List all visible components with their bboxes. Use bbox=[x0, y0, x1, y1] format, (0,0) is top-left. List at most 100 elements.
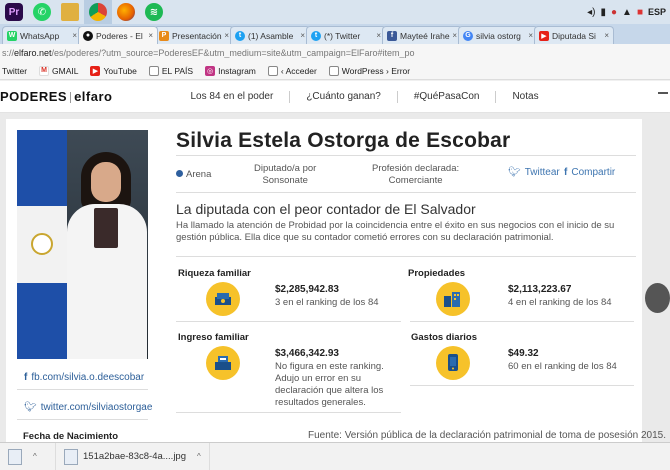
folder-icon bbox=[61, 3, 79, 21]
article-lead: Ha llamado la atención de Probidad por l… bbox=[176, 220, 615, 243]
close-icon[interactable]: × bbox=[452, 31, 457, 40]
party-dot-icon bbox=[176, 170, 183, 177]
stat-ingreso: Ingreso familiar $3,466,342.93 No figura… bbox=[178, 332, 384, 408]
tab-asamblea[interactable]: t (1) Asamble × bbox=[230, 26, 310, 44]
search-icon[interactable] bbox=[658, 91, 668, 102]
close-icon[interactable]: × bbox=[72, 31, 77, 40]
district-info: Diputado/a por Sonsonate bbox=[254, 163, 317, 186]
profession-info: Profesión declarada: Comerciante bbox=[372, 163, 460, 186]
taskbar-app-files[interactable] bbox=[56, 0, 84, 24]
money-stack-icon bbox=[206, 282, 240, 316]
gmail-icon: M bbox=[39, 65, 50, 76]
chevron-down-icon[interactable]: ^ bbox=[33, 452, 37, 461]
close-icon[interactable]: × bbox=[224, 31, 229, 40]
tab-whatsapp[interactable]: W WhatsApp × bbox=[2, 26, 82, 44]
twitter-favicon: t bbox=[311, 30, 321, 41]
bookmark-youtube[interactable]: ▶ YouTube bbox=[90, 65, 137, 76]
party-info: Arena bbox=[176, 169, 211, 181]
chevron-down-icon[interactable]: ^ bbox=[197, 452, 201, 461]
system-tray: ◂) ▮ ● ▲ ■ ESP bbox=[587, 7, 670, 18]
address-bar[interactable]: s://elfaro.net/es/poderes/?utm_source=Po… bbox=[0, 44, 670, 62]
bookmark-acceder[interactable]: ‹ Acceder bbox=[267, 65, 317, 76]
facebook-share-button[interactable]: f Compartir bbox=[564, 167, 615, 178]
volume-icon[interactable]: ◂) bbox=[587, 7, 595, 18]
profile-photo bbox=[17, 130, 148, 359]
facebook-favicon: f bbox=[387, 30, 397, 41]
bookmark-wordpress[interactable]: WordPress › Error bbox=[328, 65, 410, 76]
buildings-icon bbox=[436, 282, 470, 316]
bookmark-gmail[interactable]: M GMAIL bbox=[39, 65, 78, 76]
chrome-tray-icon[interactable]: ● bbox=[611, 7, 617, 18]
avatar[interactable] bbox=[645, 283, 670, 313]
nav-los-84[interactable]: Los 84 en el poder bbox=[174, 90, 291, 103]
download-item[interactable]: 151a2bae-83c8-4a....jpg ^ bbox=[56, 442, 210, 470]
windows-taskbar: Pr ✆ ≋ ◂) ▮ ● ▲ ■ ESP bbox=[0, 0, 670, 24]
tray-icon-red[interactable]: ■ bbox=[637, 7, 643, 18]
taskbar-app-chrome[interactable] bbox=[84, 0, 112, 24]
twitter-icon: 🐦︎ bbox=[24, 402, 37, 413]
twitter-link[interactable]: 🐦︎ twitter.com/silviaostorgae bbox=[24, 402, 152, 413]
stat-riqueza: Riqueza familiar $2,285,942.83 3 en el r… bbox=[178, 268, 398, 328]
facebook-icon: f bbox=[24, 372, 28, 383]
browser-tabstrip: W WhatsApp × ● Poderes - El × P Presentación ×… bbox=[0, 24, 670, 44]
spotify-icon: ≋ bbox=[145, 3, 163, 21]
phone-cart-icon bbox=[436, 346, 470, 380]
tab-presentacion[interactable]: P Presentación × bbox=[154, 26, 234, 44]
cash-register-icon bbox=[206, 346, 240, 380]
network-icon[interactable]: ▲ bbox=[622, 7, 632, 18]
download-bar: ^ 151a2bae-83c8-4a....jpg ^ bbox=[0, 442, 670, 470]
tab-poderes[interactable]: ● Poderes - El × bbox=[78, 26, 158, 44]
nav-que-pasa-con[interactable]: #QuéPasaCon bbox=[398, 90, 497, 103]
close-icon[interactable]: × bbox=[528, 31, 533, 40]
bookmark-twitter[interactable]: Twitter bbox=[2, 66, 27, 76]
page-title: Silvia Estela Ostorga de Escobar bbox=[176, 129, 511, 152]
whatsapp-favicon: W bbox=[7, 30, 17, 41]
profile-card: f fb.com/silvia.o.deescobar 🐦︎ twitter.c… bbox=[6, 119, 642, 442]
language-indicator[interactable]: ESP bbox=[648, 7, 666, 17]
premiere-icon: Pr bbox=[5, 3, 23, 21]
file-icon bbox=[64, 448, 78, 465]
close-icon[interactable]: × bbox=[376, 31, 381, 40]
nav-notas[interactable]: Notas bbox=[496, 91, 554, 103]
firefox-icon bbox=[117, 3, 135, 21]
elfaro-favicon: ● bbox=[83, 30, 93, 41]
nav-cuanto-ganan[interactable]: ¿Cuánto ganan? bbox=[290, 90, 398, 103]
taskbar-app-spotify[interactable]: ≋ bbox=[140, 0, 168, 24]
url-text[interactable]: s://elfaro.net/es/poderes/?utm_source=Po… bbox=[2, 48, 415, 58]
taskbar-app-premiere[interactable]: Pr bbox=[0, 0, 28, 24]
site-logo[interactable]: PODERES elfaro bbox=[0, 89, 112, 104]
taskbar-app-firefox[interactable] bbox=[112, 0, 140, 24]
taskbar-app-whatsapp[interactable]: ✆ bbox=[28, 0, 56, 24]
facebook-icon: f bbox=[564, 167, 568, 178]
site-nav: Los 84 en el poder ¿Cuánto ganan? #QuéPa… bbox=[174, 90, 554, 103]
facebook-link[interactable]: f fb.com/silvia.o.deescobar bbox=[24, 372, 144, 383]
tab-youtube-diputada[interactable]: ▶ Diputada Si × bbox=[534, 26, 614, 44]
page-icon bbox=[328, 65, 339, 76]
tab-twitter[interactable]: t (*) Twitter × bbox=[306, 26, 386, 44]
article-subtitle: La diputada con el peor contador de El S… bbox=[176, 201, 476, 217]
source-note: Fuente: Versión pública de la declaració… bbox=[308, 430, 667, 441]
twitter-favicon: t bbox=[235, 30, 245, 41]
close-icon[interactable]: × bbox=[148, 31, 153, 40]
close-icon[interactable]: × bbox=[300, 31, 305, 40]
battery-icon[interactable]: ▮ bbox=[600, 7, 606, 18]
portrait bbox=[61, 152, 148, 359]
bookmark-instagram[interactable]: ◎ Instagram bbox=[205, 65, 256, 76]
page-icon bbox=[267, 65, 278, 76]
tab-maytee[interactable]: f Mayteé Irahe × bbox=[382, 26, 462, 44]
el-salvador-flag bbox=[17, 130, 67, 359]
twitter-icon: 🐦︎ bbox=[508, 167, 521, 178]
tab-google-silvia[interactable]: Gsilvia ostorg × bbox=[458, 26, 538, 44]
bookmark-elpais[interactable]: EL PAÍS bbox=[148, 65, 193, 76]
download-item[interactable]: ^ bbox=[0, 442, 56, 470]
presentation-favicon: P bbox=[159, 30, 169, 41]
whatsapp-icon: ✆ bbox=[33, 3, 51, 21]
twitter-share-button[interactable]: 🐦︎ Twittear bbox=[508, 167, 560, 178]
site-header: PODERES elfaro Los 84 en el poder ¿Cuánto… bbox=[0, 81, 670, 113]
coat-of-arms-icon bbox=[31, 233, 53, 256]
birth-date-heading: Fecha de Nacimiento bbox=[23, 431, 119, 442]
file-icon bbox=[8, 448, 22, 465]
chrome-icon bbox=[89, 3, 107, 21]
close-icon[interactable]: × bbox=[604, 31, 609, 40]
stat-propiedades: Propiedades $2,113,223.67 4 en el rankin… bbox=[408, 268, 633, 328]
